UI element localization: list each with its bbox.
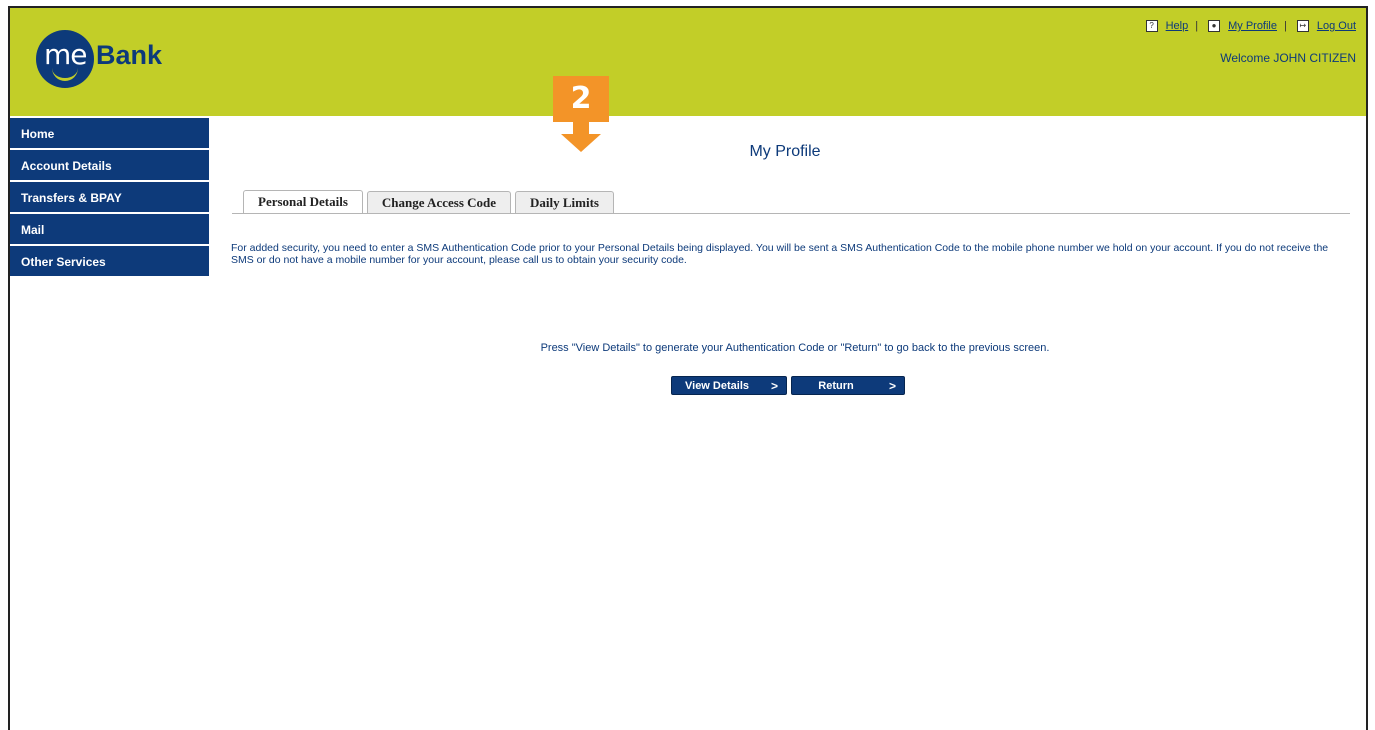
tab-change-access-code[interactable]: Change Access Code: [366, 191, 512, 213]
view-details-label: View Details: [685, 380, 749, 392]
logo-me-text: me: [44, 38, 88, 71]
profile-icon: ●: [1208, 20, 1221, 32]
sidebar-item-transfers-bpay[interactable]: Transfers & BPAY: [10, 182, 209, 214]
instruction-text: Press "View Details" to generate your Au…: [540, 342, 1050, 354]
my-profile-link[interactable]: My Profile: [1228, 20, 1277, 32]
help-icon: ?: [1145, 20, 1158, 32]
sidebar-item-mail[interactable]: Mail: [10, 214, 209, 246]
header-bar: me Bank ? Help | ● My Profile | ↦ Log Ou…: [10, 8, 1366, 116]
view-details-button[interactable]: View Details >: [671, 376, 787, 395]
log-out-link[interactable]: Log Out: [1317, 20, 1356, 32]
page-title: My Profile: [749, 143, 821, 160]
chevron-right-icon: >: [888, 379, 896, 393]
tab-personal-details[interactable]: Personal Details: [243, 190, 363, 214]
sidebar-item-home[interactable]: Home: [10, 118, 209, 150]
sidebar-item-other-services[interactable]: Other Services: [10, 246, 209, 278]
return-button[interactable]: Return >: [791, 376, 905, 395]
logout-icon: ↦: [1296, 20, 1309, 32]
separator: |: [1195, 20, 1199, 32]
app-window: me Bank ? Help | ● My Profile | ↦ Log Ou…: [8, 6, 1368, 730]
separator: |: [1284, 20, 1287, 32]
security-info-text: For added security, you need to enter a …: [231, 242, 1329, 266]
profile-tabs: Personal Details Change Access Code Dail…: [243, 190, 614, 214]
step-number: 2: [553, 76, 609, 122]
logo-bank-text: Bank: [96, 40, 163, 70]
top-links: ? Help | ● My Profile | ↦ Log Out: [1140, 20, 1356, 32]
sidebar-nav: Home Account Details Transfers & BPAY Ma…: [10, 118, 209, 278]
chevron-right-icon: >: [770, 379, 778, 393]
action-buttons: View Details > Return >: [671, 376, 905, 395]
step-marker: 2: [547, 76, 615, 152]
help-link[interactable]: Help: [1166, 20, 1189, 32]
return-label: Return: [818, 380, 854, 392]
welcome-message: Welcome JOHN CITIZEN: [1220, 51, 1356, 65]
sidebar-item-account-details[interactable]: Account Details: [10, 150, 209, 182]
tab-daily-limits[interactable]: Daily Limits: [515, 191, 614, 213]
mebank-logo[interactable]: me Bank: [36, 30, 176, 90]
tab-divider: [232, 213, 1350, 214]
